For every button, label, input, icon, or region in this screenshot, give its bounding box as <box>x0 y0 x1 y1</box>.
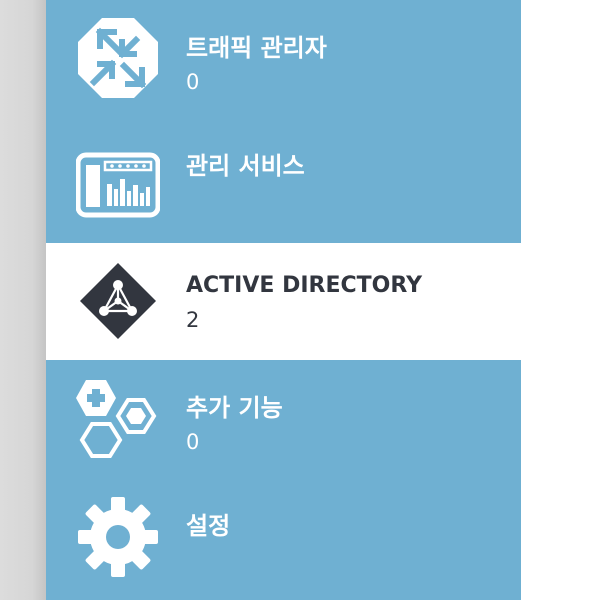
nav-item-management-services[interactable]: 관리 서비스 <box>46 117 521 234</box>
nav-item-label: ACTIVE DIRECTORY <box>186 273 423 298</box>
nav-item-active-directory[interactable]: ACTIVE DIRECTORY 2 <box>46 243 521 360</box>
page: 트래픽 관리자 0 관리 서비스 ACTIVE DIRECTORY 2 추가 기… <box>0 0 598 600</box>
left-edge-shadow <box>0 0 46 600</box>
nav-item-label: 설정 <box>186 512 231 540</box>
nav-item-text: 관리 서비스 <box>186 151 305 187</box>
nav-item-count: 0 <box>186 430 200 454</box>
nav-item-text: 설정 <box>186 511 230 547</box>
nav-item-count: 0 <box>186 70 200 94</box>
left-navigation: 트래픽 관리자 0 관리 서비스 ACTIVE DIRECTORY 2 추가 기… <box>46 0 521 600</box>
nav-item-text: ACTIVE DIRECTORY 2 <box>186 271 422 333</box>
nav-item-label: 추가 기능 <box>186 394 283 422</box>
active-directory-icon <box>76 259 160 343</box>
nav-item-text: 트래픽 관리자 0 <box>186 33 327 95</box>
nav-item-label: 관리 서비스 <box>186 152 305 180</box>
traffic-manager-icon <box>76 16 160 100</box>
nav-item-add-ons[interactable]: 추가 기능 0 <box>46 360 521 477</box>
gear-icon <box>76 495 160 579</box>
nav-item-count: 2 <box>186 308 200 332</box>
nav-item-traffic-manager[interactable]: 트래픽 관리자 0 <box>46 0 521 117</box>
nav-item-label: 트래픽 관리자 <box>186 34 327 62</box>
management-services-icon <box>76 141 160 225</box>
add-ons-icon <box>76 376 160 460</box>
nav-item-settings[interactable]: 설정 <box>46 477 521 594</box>
nav-item-text: 추가 기능 0 <box>186 393 283 455</box>
